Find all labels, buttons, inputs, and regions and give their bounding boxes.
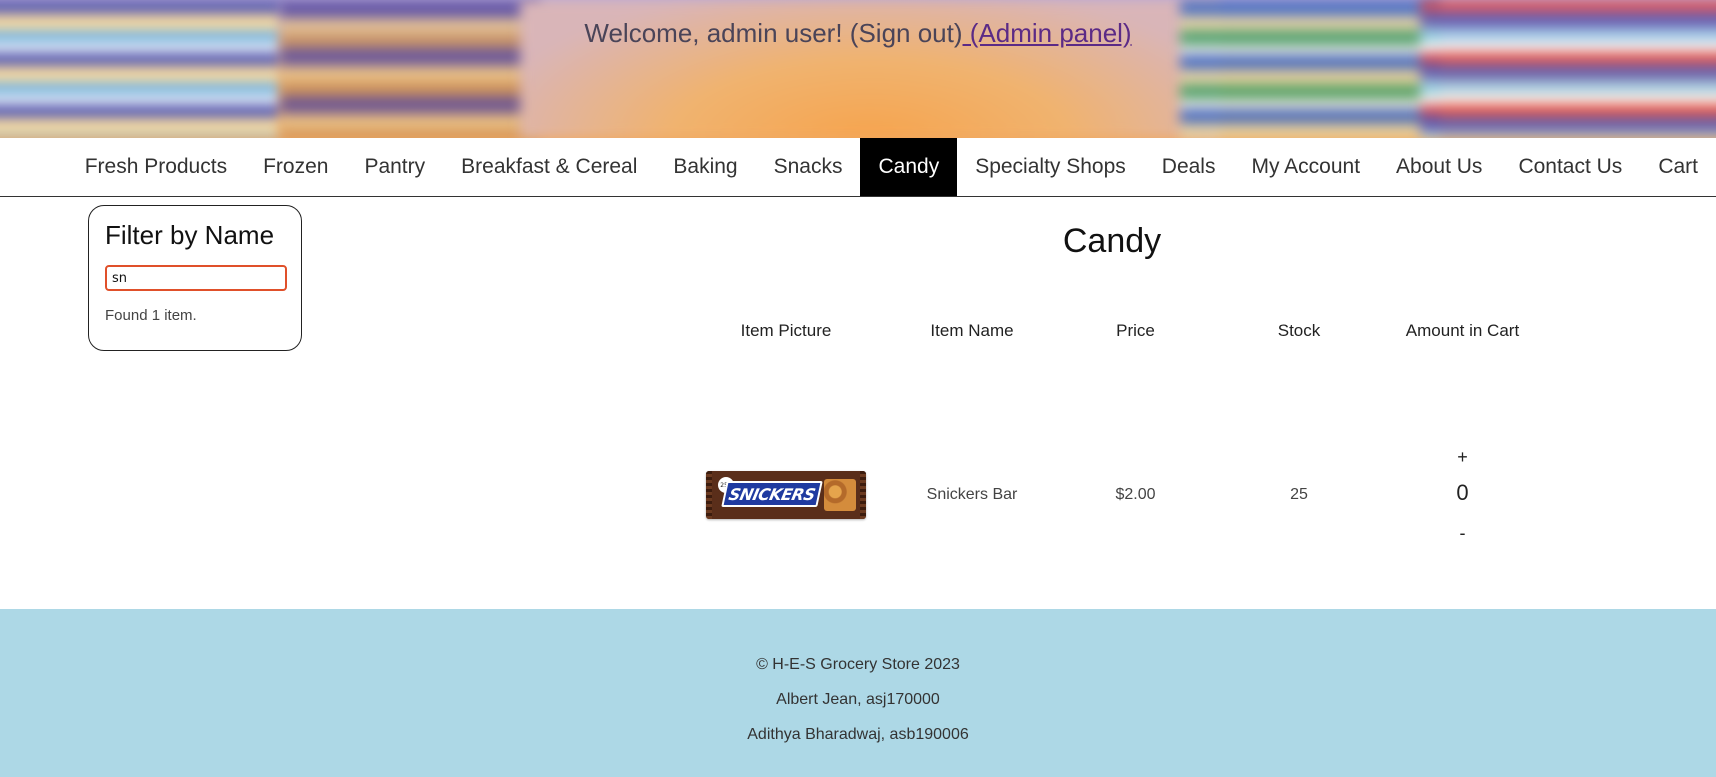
item-price: $2.00	[1115, 486, 1156, 503]
admin-panel-link[interactable]: (Admin panel)	[963, 18, 1132, 48]
header-stock: Stock	[1277, 321, 1321, 340]
nav-snacks[interactable]: Snacks	[756, 138, 861, 196]
welcome-message: Welcome, admin user! (Sign out) (Admin p…	[0, 18, 1716, 49]
footer: © H-E-S Grocery Store 2023 Albert Jean, …	[0, 609, 1716, 777]
nav-baking[interactable]: Baking	[655, 138, 755, 196]
header-banner: Welcome, admin user! (Sign out) (Admin p…	[0, 0, 1716, 138]
filter-box: Filter by Name Found 1 item.	[88, 205, 302, 351]
nav-about-us[interactable]: About Us	[1378, 138, 1500, 196]
header-item-picture: Item Picture	[740, 321, 832, 340]
nav-deals[interactable]: Deals	[1144, 138, 1234, 196]
footer-author-2: Adithya Bharadwaj, asb190006	[747, 726, 969, 743]
bar-cross-section-picture	[824, 479, 856, 511]
footer-copyright: © H-E-S Grocery Store 2023	[756, 656, 960, 673]
nav-fresh-products[interactable]: Fresh Products	[67, 138, 245, 196]
table-header: Item Picture Item Name Price Stock Amoun…	[700, 306, 1526, 356]
main-nav: Fresh Products Frozen Pantry Breakfast &…	[0, 138, 1716, 197]
nav-candy[interactable]: Candy	[860, 138, 958, 196]
table-row: 250 SNICKERS Snickers Bar $2.00 25 + 0 -	[700, 448, 1526, 542]
nav-specialty-shops[interactable]: Specialty Shops	[957, 138, 1144, 196]
header-price: Price	[1116, 321, 1155, 340]
nav-breakfast-cereal[interactable]: Breakfast & Cereal	[443, 138, 655, 196]
filter-title: Filter by Name	[105, 220, 275, 250]
item-picture-cell: 250 SNICKERS	[700, 460, 872, 530]
nav-cart[interactable]: Cart	[1640, 138, 1716, 196]
header-item-name: Item Name	[930, 321, 1014, 340]
item-stock: 25	[1290, 486, 1308, 503]
nav-frozen[interactable]: Frozen	[245, 138, 346, 196]
filter-name-input[interactable]	[105, 265, 287, 291]
increase-amount-button[interactable]: +	[1457, 448, 1468, 466]
page-title: Candy	[1062, 222, 1162, 260]
welcome-text[interactable]: Welcome, admin user! (Sign out)	[584, 18, 962, 48]
amount-value: 0	[1456, 480, 1469, 505]
snickers-logo: SNICKERS	[721, 481, 823, 507]
snickers-bar-image: 250 SNICKERS	[706, 471, 866, 519]
filter-result-count: Found 1 item.	[105, 307, 197, 324]
amount-in-cart-control: + 0 -	[1399, 448, 1526, 542]
header-amount-in-cart: Amount in Cart	[1405, 321, 1520, 340]
item-name: Snickers Bar	[926, 486, 1018, 503]
footer-author-1: Albert Jean, asj170000	[776, 691, 940, 708]
decrease-amount-button[interactable]: -	[1460, 524, 1466, 542]
items-table: Item Picture Item Name Price Stock Amoun…	[700, 306, 1526, 542]
nav-contact-us[interactable]: Contact Us	[1500, 138, 1640, 196]
nav-pantry[interactable]: Pantry	[346, 138, 443, 196]
nav-my-account[interactable]: My Account	[1233, 138, 1378, 196]
